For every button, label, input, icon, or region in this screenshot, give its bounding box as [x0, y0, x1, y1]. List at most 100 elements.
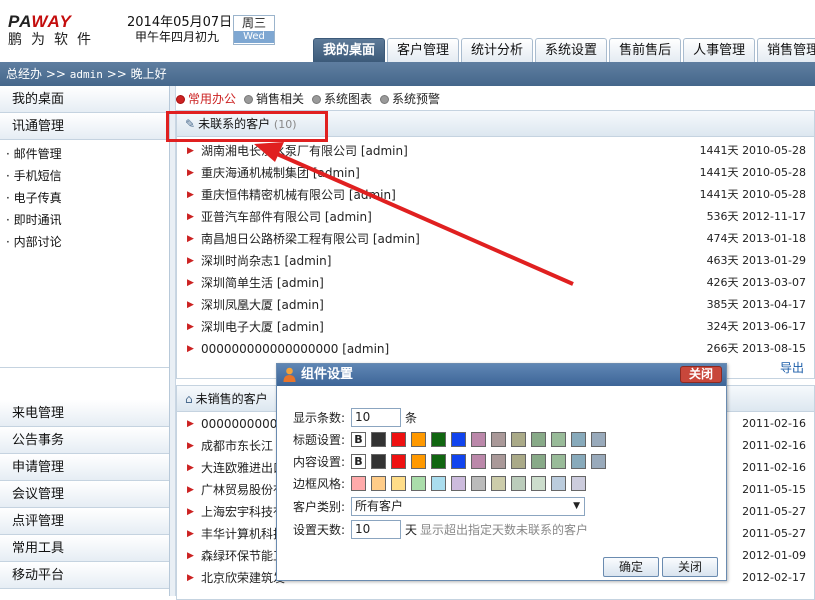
customer-name[interactable]: 湖南湘电长沙水泵厂有限公司 [admin] — [201, 144, 408, 158]
radio-charts[interactable]: 系统图表 — [312, 90, 372, 108]
customer-name[interactable]: 广林贸易股份有 — [201, 483, 285, 497]
border-color-swatch[interactable] — [511, 475, 526, 491]
content-color-swatch[interactable] — [511, 453, 526, 469]
content-color-swatch[interactable] — [551, 453, 566, 469]
cancel-button[interactable]: 关闭 — [662, 557, 718, 577]
category-select[interactable]: 所有客户 ▼ — [351, 496, 585, 516]
tab-hr[interactable]: 人事管理 — [683, 38, 756, 62]
title-color-swatch[interactable] — [371, 431, 386, 447]
border-color-swatch[interactable] — [351, 475, 366, 491]
panel-title[interactable]: 未销售的客户 — [196, 392, 268, 406]
dialog-close-button[interactable]: 关闭 — [680, 366, 722, 383]
border-color-swatch[interactable] — [391, 475, 406, 491]
sidebar-head-applications[interactable]: 申请管理 — [0, 454, 169, 481]
border-color-swatch[interactable] — [451, 475, 466, 491]
title-color-swatch[interactable] — [491, 431, 506, 447]
customer-name[interactable]: 重庆海通机械制集团 [admin] — [201, 166, 360, 180]
sidebar-item-im[interactable]: · 即时通讯 — [0, 209, 169, 231]
sidebar-head-calls[interactable]: 来电管理 — [0, 400, 169, 427]
sidebar-item-mail[interactable]: · 邮件管理 — [0, 143, 169, 165]
customer-name[interactable]: 0000000000 — [201, 417, 277, 431]
customer-name[interactable]: 亚普汽车部件有限公司 [admin] — [201, 210, 372, 224]
tab-settings[interactable]: 系统设置 — [535, 38, 608, 62]
customer-name[interactable]: 大连欧雅进出口 — [201, 461, 285, 475]
customer-name[interactable]: 深圳时尚杂志1 [admin] — [201, 254, 331, 268]
export-link[interactable]: 导出 — [780, 359, 804, 376]
customer-name[interactable]: 上海宏宇科技有 — [201, 505, 285, 519]
customer-name[interactable]: 重庆恒伟精密机械有限公司 [admin] — [201, 188, 396, 202]
days-input[interactable]: 10 — [351, 519, 401, 539]
title-color-swatch[interactable] — [471, 431, 486, 447]
border-color-swatch[interactable] — [551, 475, 566, 491]
bold-toggle[interactable]: B — [351, 431, 366, 447]
customer-name[interactable]: 深圳简单生活 [admin] — [201, 276, 324, 290]
border-color-swatch[interactable] — [371, 475, 386, 491]
bold-toggle[interactable]: B — [351, 453, 366, 469]
sidebar-head-tools[interactable]: 常用工具 — [0, 535, 169, 562]
tab-service[interactable]: 售前售后 — [609, 38, 682, 62]
sidebar-head-reviews[interactable]: 点评管理 — [0, 508, 169, 535]
content-color-swatch[interactable] — [491, 453, 506, 469]
radio-sales[interactable]: 销售相关 — [244, 90, 304, 108]
sidebar-item-sms[interactable]: · 手机短信 — [0, 165, 169, 187]
tab-sales[interactable]: 销售管理 — [757, 38, 815, 62]
content-color-swatch[interactable] — [471, 453, 486, 469]
table-row[interactable]: ▶ 湖南湘电长沙水泵厂有限公司 [admin] 1441天 2010-05-28 — [177, 140, 814, 162]
title-color-swatch[interactable] — [451, 431, 466, 447]
title-color-swatch[interactable] — [391, 431, 406, 447]
radio-office[interactable]: 常用办公 — [176, 90, 236, 108]
table-row[interactable]: ▶ 000000000000000000 [admin] 266天 2013-08-… — [177, 338, 814, 360]
content-color-swatch[interactable] — [531, 453, 546, 469]
customer-name[interactable]: 丰华计算机科技 — [201, 527, 285, 541]
customer-name[interactable]: 森绿环保节能工 — [201, 549, 285, 563]
customer-name[interactable]: 深圳凤凰大厦 [admin] — [201, 298, 324, 312]
customer-name[interactable]: 深圳电子大厦 [admin] — [201, 320, 324, 334]
content-color-swatch[interactable] — [591, 453, 606, 469]
content-color-swatch[interactable] — [371, 453, 386, 469]
table-row[interactable]: ▶ 深圳时尚杂志1 [admin] 463天 2013-01-29 — [177, 250, 814, 272]
dialog-titlebar[interactable]: 组件设置 关闭 — [277, 364, 726, 386]
tab-customer[interactable]: 客户管理 — [387, 38, 460, 62]
tab-desktop[interactable]: 我的桌面 — [313, 38, 386, 62]
border-color-swatch[interactable] — [431, 475, 446, 491]
title-color-swatch[interactable] — [551, 431, 566, 447]
table-row[interactable]: ▶ 重庆恒伟精密机械有限公司 [admin] 1441天 2010-05-28 — [177, 184, 814, 206]
sidebar-item-discussion[interactable]: · 内部讨论 — [0, 231, 169, 253]
title-color-swatch[interactable] — [571, 431, 586, 447]
content-color-swatch[interactable] — [411, 453, 426, 469]
border-color-swatch[interactable] — [491, 475, 506, 491]
border-color-swatch[interactable] — [471, 475, 486, 491]
sidebar-head-notices[interactable]: 公告事务 — [0, 427, 169, 454]
customer-name[interactable]: 000000000000000000 [admin] — [201, 342, 389, 356]
border-color-swatch[interactable] — [571, 475, 586, 491]
radio-alerts[interactable]: 系统预警 — [380, 90, 440, 108]
table-row[interactable]: ▶ 重庆海通机械制集团 [admin] 1441天 2010-05-28 — [177, 162, 814, 184]
tab-statistics[interactable]: 统计分析 — [461, 38, 534, 62]
customer-name[interactable]: 南昌旭日公路桥梁工程有限公司 [admin] — [201, 232, 420, 246]
content-color-swatch[interactable] — [391, 453, 406, 469]
table-row[interactable]: ▶ 南昌旭日公路桥梁工程有限公司 [admin] 474天 2013-01-18 — [177, 228, 814, 250]
title-color-swatch[interactable] — [431, 431, 446, 447]
border-color-swatch[interactable] — [411, 475, 426, 491]
ok-button[interactable]: 确定 — [603, 557, 659, 577]
content-color-swatch[interactable] — [451, 453, 466, 469]
title-color-swatch[interactable] — [511, 431, 526, 447]
border-color-swatch[interactable] — [531, 475, 546, 491]
table-row[interactable]: ▶ 深圳电子大厦 [admin] 324天 2013-06-17 — [177, 316, 814, 338]
content-color-swatch[interactable] — [571, 453, 586, 469]
table-row[interactable]: ▶ 深圳凤凰大厦 [admin] 385天 2013-04-17 — [177, 294, 814, 316]
sidebar-head-communication[interactable]: 讯通管理 — [0, 113, 169, 140]
sidebar-item-fax[interactable]: · 电子传真 — [0, 187, 169, 209]
sidebar-head-meetings[interactable]: 会议管理 — [0, 481, 169, 508]
content-color-swatch[interactable] — [431, 453, 446, 469]
customer-name[interactable]: 北京欣荣建筑发 — [201, 571, 285, 585]
title-color-swatch[interactable] — [411, 431, 426, 447]
count-input[interactable]: 10 — [351, 407, 401, 427]
sidebar-head-desktop[interactable]: 我的桌面 — [0, 86, 169, 113]
sidebar-head-mobile[interactable]: 移动平台 — [0, 562, 169, 589]
table-row[interactable]: ▶ 深圳简单生活 [admin] 426天 2013-03-07 — [177, 272, 814, 294]
table-row[interactable]: ▶ 亚普汽车部件有限公司 [admin] 536天 2012-11-17 — [177, 206, 814, 228]
customer-name[interactable]: 成都市东长江 — [201, 439, 273, 453]
title-color-swatch[interactable] — [591, 431, 606, 447]
title-color-swatch[interactable] — [531, 431, 546, 447]
